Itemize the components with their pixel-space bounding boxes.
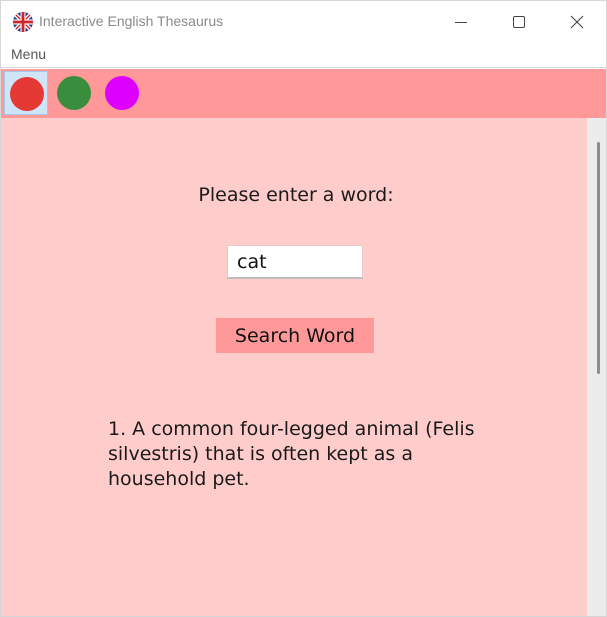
red-color-button[interactable] <box>4 71 48 115</box>
maximize-button[interactable] <box>490 1 548 43</box>
definition-text: 1. A common four-legged animal (Felis si… <box>108 418 475 490</box>
uk-flag-icon <box>13 12 33 32</box>
close-icon <box>570 15 584 29</box>
menu-bar: Menu <box>1 43 606 68</box>
word-prompt-label: Please enter a word: <box>198 184 394 206</box>
minimize-icon <box>455 22 467 23</box>
word-input[interactable] <box>227 245 363 279</box>
green-circle-icon <box>57 76 91 110</box>
title-bar[interactable]: Interactive English Thesaurus <box>1 1 606 43</box>
close-button[interactable] <box>548 1 606 43</box>
magenta-color-button[interactable] <box>100 71 144 115</box>
main-panel: Please enter a word: Search Word 1. A co… <box>1 118 587 616</box>
scrollbar-thumb[interactable] <box>597 142 600 374</box>
minimize-button[interactable] <box>432 1 490 43</box>
search-word-button[interactable]: Search Word <box>216 318 374 353</box>
vertical-scrollbar[interactable] <box>587 118 606 616</box>
magenta-circle-icon <box>105 76 139 110</box>
red-circle-icon <box>10 77 44 111</box>
window-title: Interactive English Thesaurus <box>39 13 224 29</box>
maximize-icon <box>513 16 525 28</box>
menu-item-menu[interactable]: Menu <box>11 46 46 62</box>
app-window: Interactive English Thesaurus Menu Pleas… <box>0 0 607 617</box>
green-color-button[interactable] <box>52 71 96 115</box>
color-toolbar <box>1 69 606 118</box>
